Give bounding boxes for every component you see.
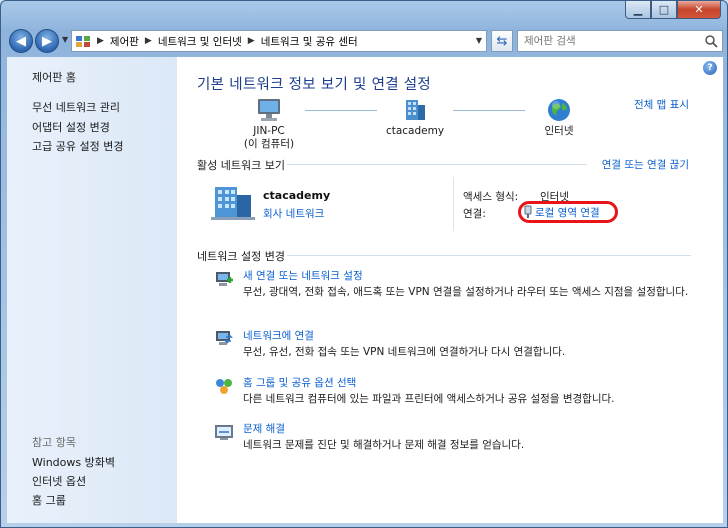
forward-button[interactable]: ▶ [35, 29, 59, 53]
breadcrumb-separator-icon[interactable]: ▶ [97, 36, 104, 46]
window-controls: ▁ □ ✕ [625, 1, 721, 19]
connect-disconnect-link[interactable]: 연결 또는 연결 끊기 [602, 157, 689, 172]
change-settings-heading: 네트워크 설정 변경 [197, 250, 285, 263]
sidebar-item-control-panel-home[interactable]: 제어판 홈 [32, 69, 76, 85]
computer-subtitle: (이 컴퓨터) [243, 138, 295, 150]
active-networks-heading: 활성 네트워크 보기 [197, 159, 285, 172]
connect-network-icon [216, 331, 233, 345]
window-frame: ▁ □ ✕ ◀ ▶ ▼ ▶ 제어판 ▶ 네트워크 및 인터넷 ▶ 네트워크 및 … [0, 0, 728, 528]
control-panel-icon [76, 36, 90, 47]
local-area-connection-link[interactable]: 로컬 영역 연결 [535, 205, 600, 220]
minimize-icon: ▁ [633, 3, 643, 16]
maximize-icon: □ [658, 3, 670, 16]
breadcrumb: ▶ 제어판 ▶ 네트워크 및 인터넷 ▶ 네트워크 및 공유 센터 [91, 34, 358, 49]
new-connection-icon [216, 272, 233, 286]
troubleshoot-icon [215, 425, 233, 440]
maximize-button[interactable]: □ [651, 1, 677, 19]
breadcrumb-separator-icon[interactable]: ▶ [145, 36, 152, 46]
chevron-down-icon: ▼ [62, 35, 69, 44]
left-nav-pane: 제어판 홈 무선 네트워크 관리 어댑터 설정 변경 고급 공유 설정 변경 참… [7, 57, 177, 523]
close-button[interactable]: ✕ [677, 1, 721, 19]
search-input[interactable] [518, 32, 698, 50]
vertical-divider [453, 177, 454, 231]
refresh-button[interactable]: ⇆ [491, 30, 513, 52]
task-homegroup-sharing-desc: 다른 네트워크 컴퓨터에 있는 파일과 프린터에 액세스하거나 공유 설정을 변… [243, 393, 615, 405]
see-also-heading: 참고 항목 [32, 436, 76, 449]
search-icon[interactable] [704, 34, 718, 48]
help-button[interactable]: ? [703, 61, 717, 75]
sidebar-item-windows-firewall[interactable]: Windows 방화벽 [32, 454, 115, 470]
map-node-network[interactable]: ctacademy [382, 97, 448, 138]
task-new-connection[interactable]: 새 연결 또는 네트워크 설정 [243, 268, 363, 283]
close-icon: ✕ [694, 3, 704, 16]
sidebar-item-internet-options[interactable]: 인터넷 옵션 [32, 473, 86, 489]
sidebar-item-homegroup[interactable]: 홈 그룹 [32, 492, 66, 508]
internet-label: 인터넷 [544, 125, 574, 137]
address-bar[interactable]: ▶ 제어판 ▶ 네트워크 및 인터넷 ▶ 네트워크 및 공유 센터 ▼ [71, 30, 487, 52]
task-troubleshoot[interactable]: 문제 해결 [243, 421, 285, 436]
sidebar-item-manage-wireless[interactable]: 무선 네트워크 관리 [32, 99, 120, 115]
full-map-link[interactable]: 전체 맵 표시 [634, 97, 689, 112]
active-network-name: ctacademy [263, 189, 331, 202]
globe-icon [548, 99, 570, 121]
section-divider [287, 164, 587, 165]
map-node-computer[interactable]: JIN-PC (이 컴퓨터) [239, 97, 299, 151]
recent-pages-dropdown[interactable]: ▼ [62, 35, 68, 44]
network-type-link[interactable]: 회사 네트워크 [263, 206, 324, 221]
back-button[interactable]: ◀ [9, 29, 33, 53]
network-name: ctacademy [385, 125, 445, 137]
task-troubleshoot-desc: 네트워크 문제를 진단 및 해결하거나 문제 해결 정보를 얻습니다. [243, 439, 525, 451]
section-divider [287, 255, 691, 256]
help-icon: ? [707, 63, 713, 73]
navigation-row: ◀ ▶ ▼ ▶ 제어판 ▶ 네트워크 및 인터넷 ▶ 네트워크 및 공유 센터 … [7, 27, 723, 55]
main-content-pane: ? 기본 네트워크 정보 보기 및 연결 설정 전체 맵 표시 JIN-PC (… [177, 57, 723, 523]
map-link-line [453, 110, 525, 111]
address-dropdown-icon[interactable]: ▼ [476, 36, 482, 45]
task-homegroup-sharing[interactable]: 홈 그룹 및 공유 옵션 선택 [243, 375, 356, 390]
sidebar-item-advanced-sharing[interactable]: 고급 공유 설정 변경 [32, 138, 123, 154]
sidebar-item-adapter-settings[interactable]: 어댑터 설정 변경 [32, 119, 110, 135]
work-network-icon [211, 187, 255, 220]
connection-label: 연결: [463, 208, 486, 220]
computer-name: JIN-PC [253, 125, 285, 137]
task-connect-network[interactable]: 네트워크에 연결 [243, 328, 314, 343]
breadcrumb-sharing-center[interactable]: 네트워크 및 공유 센터 [261, 34, 358, 49]
map-link-line [305, 110, 377, 111]
breadcrumb-separator-icon[interactable]: ▶ [248, 36, 255, 46]
map-node-internet[interactable]: 인터넷 [532, 97, 586, 138]
task-new-connection-desc: 무선, 광대역, 전화 접속, 애드혹 또는 VPN 연결을 설정하거나 라우터… [243, 286, 689, 298]
computer-icon [258, 99, 280, 121]
network-building-icon [406, 100, 425, 120]
breadcrumb-network-internet[interactable]: 네트워크 및 인터넷 [158, 34, 242, 49]
breadcrumb-control-panel[interactable]: 제어판 [110, 34, 139, 49]
arrow-right-icon: ▶ [42, 33, 52, 49]
task-connect-network-desc: 무선, 유선, 전화 접속 또는 VPN 네트워크에 연결하거나 다시 연결합니… [243, 346, 566, 358]
minimize-button[interactable]: ▁ [625, 1, 651, 19]
access-type-label: 액세스 형식: [463, 191, 519, 203]
ethernet-icon [524, 205, 532, 218]
arrow-left-icon: ◀ [16, 33, 26, 49]
title-bar[interactable]: ▁ □ ✕ [1, 1, 727, 25]
refresh-icon: ⇆ [496, 33, 508, 49]
homegroup-icon [216, 379, 232, 394]
search-box [517, 30, 723, 52]
page-title: 기본 네트워크 정보 보기 및 연결 설정 [197, 77, 432, 93]
